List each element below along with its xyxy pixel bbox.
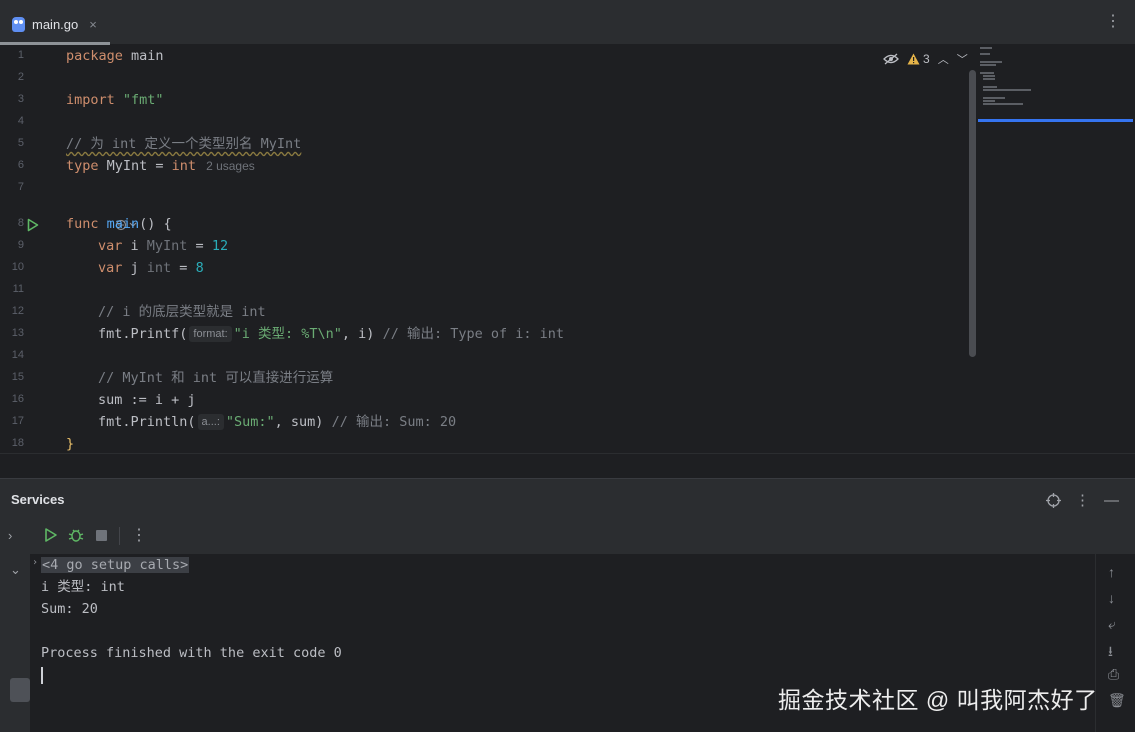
line-number: 16	[11, 393, 24, 405]
print-icon[interactable]: ⎙	[1108, 666, 1119, 683]
code-line-1: package main	[66, 48, 164, 64]
tree-item-handle[interactable]	[10, 678, 30, 702]
minimap-viewport[interactable]	[978, 119, 1133, 122]
trash-icon[interactable]: 🗑	[1108, 692, 1126, 709]
line-number: 9	[17, 239, 24, 251]
more-vert-icon[interactable]: ⋮	[1105, 14, 1121, 30]
chevron-up-icon[interactable]: ︿	[938, 51, 949, 67]
line-number: 4	[17, 115, 24, 127]
console-line: Process finished with the exit code 0	[41, 645, 342, 661]
services-header: Services ⋮ —	[0, 478, 1135, 518]
editor-tab-bar: main.go × ⋮	[0, 0, 1135, 45]
line-number: 6	[17, 159, 24, 171]
console-side-toolbar: ↑ ↓ ⤶ ⭳ ⎙ 🗑	[1095, 554, 1135, 732]
console-line: i 类型: int	[41, 579, 125, 595]
editor-scrollbar[interactable]	[969, 70, 976, 357]
more-vert-icon[interactable]: ⋮	[131, 525, 147, 545]
console-line: Sum: 20	[41, 601, 98, 617]
line-number: 13	[11, 327, 24, 339]
inspection-widget[interactable]: 3 ︿ ﹀	[883, 51, 968, 67]
line-number: 1	[17, 49, 24, 61]
line-number: 15	[11, 371, 24, 383]
line-number: 11	[12, 283, 24, 295]
arrow-up-icon[interactable]: ↑	[1108, 564, 1115, 580]
code-line-5: // 为 int 定义一个类型别名 MyInt	[66, 136, 302, 152]
line-number: 12	[11, 305, 24, 317]
warnings-count: 3	[923, 52, 930, 66]
crosshair-icon[interactable]	[1046, 492, 1061, 508]
code-line-3: import "fmt"	[66, 92, 164, 108]
code-line-17: fmt.Println(a...: "Sum:", sum) // 输出: Sum…	[98, 414, 457, 430]
editor-bottom-area	[0, 453, 1135, 478]
code-line-13: fmt.Printf(format: "i 类型: %T\n", i) // 输出…	[98, 326, 564, 342]
toolbar-divider	[119, 527, 120, 545]
code-editor[interactable]: 1 2 3 4 5 6 7 8 9 10 11 12 13 14 15 16 17 18 package main…	[0, 45, 1135, 453]
warning-icon	[907, 53, 920, 65]
line-number: 18	[11, 437, 24, 449]
code-line-15: // MyInt 和 int 可以直接进行运算	[98, 370, 334, 386]
usages-hint[interactable]: 2 usages	[206, 159, 255, 173]
code-line-12: // i 的底层类型就是 int	[98, 304, 266, 320]
run-icon[interactable]	[27, 218, 39, 232]
text-caret	[41, 667, 43, 684]
param-hint-a: a...:	[197, 414, 224, 430]
chevron-down-icon[interactable]: ⌄	[10, 562, 21, 578]
services-title: Services	[11, 492, 65, 507]
chevron-down-icon[interactable]: ﹀	[957, 51, 968, 67]
minimap[interactable]	[978, 45, 1135, 125]
tab-main-go[interactable]: main.go ×	[0, 6, 110, 45]
line-number: 8	[17, 217, 24, 229]
run-icon[interactable]	[44, 527, 58, 543]
code-line-18: }	[66, 436, 75, 452]
code-area[interactable]: package main import "fmt" // 为 int 定义一个类…	[66, 45, 975, 453]
minimize-icon[interactable]: —	[1104, 492, 1119, 509]
scroll-to-end-icon[interactable]: ⭳	[1108, 641, 1113, 665]
code-line-10: var j int = 8	[98, 260, 204, 276]
param-hint-format: format:	[189, 326, 232, 342]
close-icon[interactable]: ×	[89, 17, 97, 32]
code-line-9: var i MyInt = 12	[98, 238, 229, 254]
soft-wrap-icon[interactable]: ⤶	[1108, 616, 1116, 633]
line-number: 17	[11, 415, 24, 427]
line-number: 14	[11, 349, 24, 361]
eye-off-icon[interactable]	[883, 53, 899, 65]
console-setup-calls[interactable]: <4 go setup calls>	[41, 554, 190, 576]
line-number: 7	[17, 181, 24, 193]
line-number: 3	[17, 93, 24, 105]
chevron-right-icon[interactable]: ›	[8, 528, 12, 543]
code-line-16: sum := i + j	[98, 392, 196, 408]
code-line-6: type MyInt = int 2 usages	[66, 158, 255, 174]
line-number-gutter: 1 2 3 4 5 6 7 8 9 10 11 12 13 14 15 16 17 18	[0, 45, 60, 453]
fold-arrow-icon[interactable]: ›	[32, 557, 38, 568]
services-toolbar: ⋮	[30, 518, 1135, 554]
tab-label: main.go	[32, 16, 79, 32]
line-number: 10	[11, 261, 24, 273]
line-number: 5	[17, 137, 24, 149]
stop-icon[interactable]	[96, 530, 107, 541]
line-number: 2	[17, 71, 24, 83]
more-vert-icon[interactable]: ⋮	[1075, 491, 1090, 509]
watermark: 掘金技术社区 @ 叫我阿杰好了	[778, 687, 1098, 713]
services-tree-strip: › ⌄	[0, 518, 30, 732]
debug-icon[interactable]	[68, 527, 84, 543]
arrow-down-icon[interactable]: ↓	[1108, 590, 1115, 606]
go-file-icon	[12, 16, 25, 32]
code-line-8: func main() {	[66, 216, 172, 232]
